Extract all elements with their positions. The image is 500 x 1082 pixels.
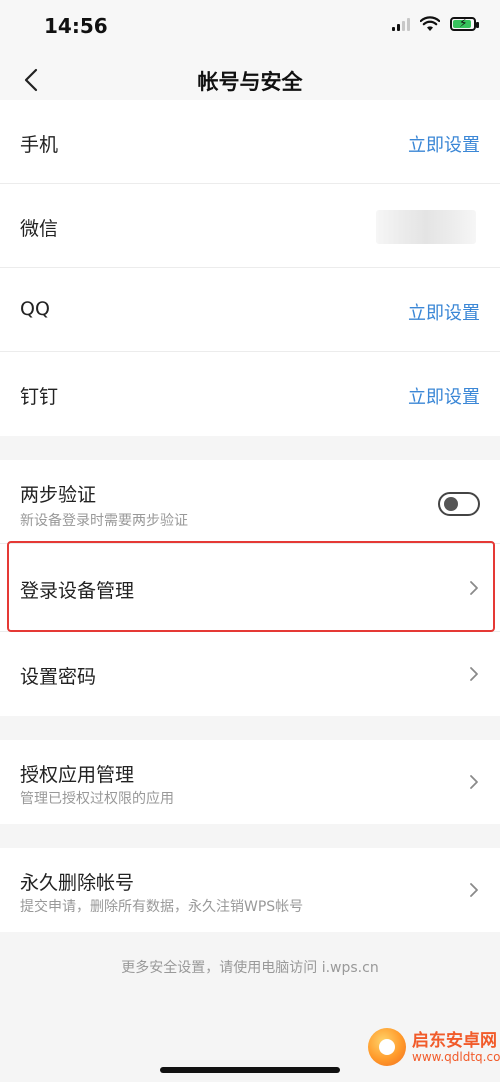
row-two-step-verification: 两步验证 新设备登录时需要两步验证 [0,460,500,544]
wifi-icon [420,16,440,31]
row-subtitle: 提交申请，删除所有数据，永久注销WPS帐号 [20,899,304,915]
row-label: 手机 [20,134,59,156]
signal-icon [392,17,410,31]
page-title: 帐号与安全 [197,70,303,94]
watermark-title: 启东安卓网 [412,1031,497,1051]
row-label: QQ [20,298,50,320]
row-dingtalk[interactable]: 钉钉 立即设置 [0,352,500,436]
chevron-right-icon [470,775,478,789]
toggle-knob [444,497,458,511]
highlight-box [7,541,495,632]
status-time: 14:56 [44,14,108,38]
dingtalk-set-now-link[interactable]: 立即设置 [408,383,480,409]
row-set-password[interactable]: 设置密码 [0,632,500,716]
row-label: 钉钉 [20,386,59,408]
watermark-url: www.qdldtq.com [412,1050,500,1064]
chevron-right-icon [470,883,478,897]
row-label: 微信 [20,218,59,240]
phone-set-now-link[interactable]: 立即设置 [408,131,480,157]
watermark: 启东安卓网 www.qdldtq.com [368,1024,500,1072]
row-subtitle: 管理已授权过权限的应用 [20,791,174,807]
row-label: 永久删除帐号 [20,872,135,894]
row-wechat[interactable]: 微信 [0,184,500,268]
status-bar: 14:56 ⚡ [0,0,500,54]
row-authorized-app-management[interactable]: 授权应用管理 管理已授权过权限的应用 [0,740,500,824]
row-phone[interactable]: 手机 立即设置 [0,100,500,184]
home-indicator [160,1067,340,1073]
status-icons: ⚡ [392,16,479,32]
row-delete-account[interactable]: 永久删除帐号 提交申请，删除所有数据，永久注销WPS帐号 [0,848,500,932]
nav-bar: 帐号与安全 [0,54,500,106]
row-label: 两步验证 [20,484,97,506]
chevron-right-icon [470,667,478,681]
row-label: 授权应用管理 [20,764,135,786]
battery-charging-icon: ⚡ [450,16,479,31]
qq-set-now-link[interactable]: 立即设置 [408,299,480,325]
row-label: 设置密码 [20,666,97,688]
blurred-value [376,210,476,244]
row-qq[interactable]: QQ 立即设置 [0,268,500,352]
two-step-toggle[interactable] [438,492,480,516]
row-subtitle: 新设备登录时需要两步验证 [20,513,188,529]
footer-text: 更多安全设置，请使用电脑访问 i.wps.cn [121,960,379,976]
watermark-logo-icon [368,1028,406,1066]
